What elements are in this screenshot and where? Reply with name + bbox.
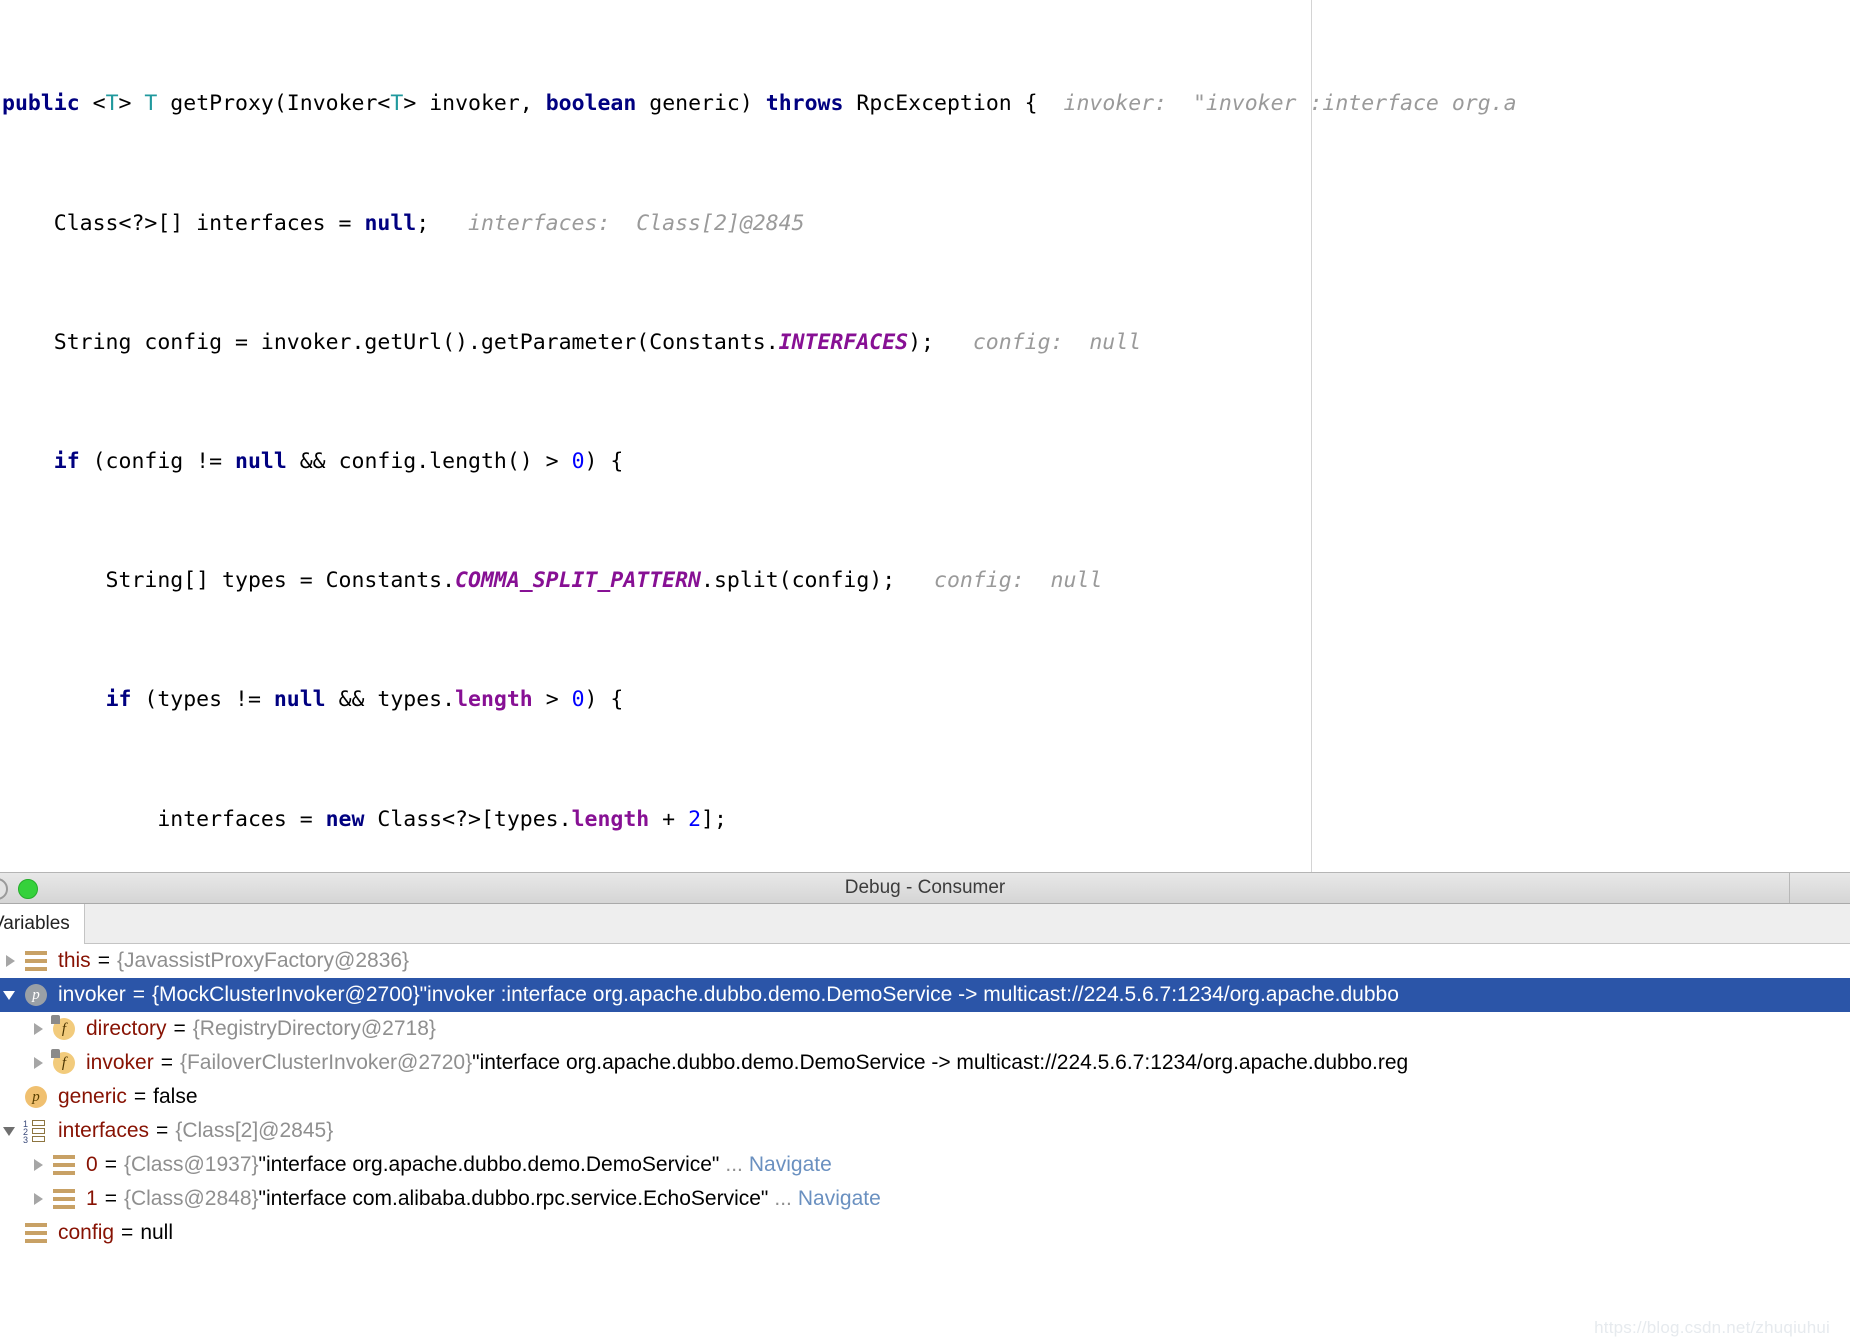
variable-row[interactable]: this = {JavassistProxyFactory@2836}: [0, 944, 1850, 978]
code-line[interactable]: if (types != null && types.length > 0) {: [0, 685, 1850, 715]
variable-name: invoker: [86, 1051, 154, 1074]
debug-toolbar[interactable]: Debug - Consumer: [0, 872, 1850, 904]
variable-equals: =: [104, 1153, 117, 1176]
code-editor[interactable]: public <T> T getProxy(Invoker<T> invoker…: [0, 0, 1850, 872]
variable-name: invoker: [58, 983, 126, 1006]
twisty-placeholder: [0, 1080, 22, 1114]
chevron-down-icon[interactable]: [0, 978, 22, 1012]
debug-tabs-row[interactable]: Variables: [0, 904, 1850, 944]
variable-name: 1: [86, 1187, 98, 1210]
variable-equals: =: [132, 983, 145, 1006]
variable-name: generic: [58, 1085, 127, 1108]
variable-equals: =: [160, 1051, 173, 1074]
debug-window-title: Debug - Consumer: [844, 877, 1006, 898]
chevron-right-icon[interactable]: [28, 1182, 50, 1216]
variable-navigate-link[interactable]: Navigate: [749, 1153, 832, 1177]
variables-tree[interactable]: this = {JavassistProxyFactory@2836} p invoke…: [0, 944, 1850, 1344]
variable-type: {RegistryDirectory@2718}: [192, 1017, 436, 1040]
chevron-right-icon[interactable]: [28, 1148, 50, 1182]
local-variable-icon: [50, 1152, 80, 1178]
variable-value: null: [140, 1221, 174, 1244]
field-icon: f: [50, 1049, 80, 1076]
chevron-down-icon[interactable]: [0, 1114, 22, 1148]
variable-value: "interface org.apache.dubbo.demo.DemoSer…: [472, 1051, 1409, 1074]
variable-name: interfaces: [58, 1119, 150, 1142]
chevron-right-icon[interactable]: [28, 1012, 50, 1046]
variable-type: {Class[2]@2845}: [175, 1119, 334, 1142]
variable-ellipsis: ...: [725, 1153, 743, 1176]
variable-row[interactable]: p generic = false: [0, 1080, 1850, 1114]
code-line[interactable]: if (config != null && config.length() > …: [0, 447, 1850, 477]
variable-row[interactable]: config = null: [0, 1216, 1850, 1250]
variable-equals: =: [156, 1119, 169, 1142]
twisty-placeholder: [0, 1216, 22, 1250]
variable-ellipsis: ...: [774, 1187, 792, 1210]
variable-value: "invoker :interface org.apache.dubbo.dem…: [419, 983, 1399, 1006]
variable-name: this: [58, 949, 91, 972]
variable-value: "interface org.apache.dubbo.demo.DemoSer…: [258, 1153, 720, 1176]
variable-type: {Class@1937}: [123, 1153, 259, 1176]
inline-hint-invoker: invoker: "invoker :interface org.a: [1063, 91, 1517, 117]
tab-variables-label: Variables: [0, 913, 70, 934]
variable-name: directory: [86, 1017, 167, 1040]
variable-type: {FailoverClusterInvoker@2720}: [179, 1051, 473, 1074]
variable-equals: =: [121, 1221, 134, 1244]
array-icon: 123: [22, 1118, 52, 1145]
inline-hint-config1: config: null: [972, 329, 1142, 355]
variable-equals: =: [104, 1187, 117, 1210]
variable-row[interactable]: 0 = {Class@1937} "interface org.apache.dub…: [0, 1148, 1850, 1182]
code-line[interactable]: interfaces = new Class<?>[types.length +…: [0, 805, 1850, 835]
variable-equals: =: [173, 1017, 186, 1040]
variable-type: {JavassistProxyFactory@2836}: [116, 949, 410, 972]
variable-type: {MockClusterInvoker@2700}: [151, 983, 420, 1006]
tab-variables[interactable]: Variables: [0, 904, 85, 944]
variable-row[interactable]: 1 = {Class@2848} "interface com.alibaba.du…: [0, 1182, 1850, 1216]
inline-hint-config2: config: null: [934, 568, 1103, 594]
chevron-right-icon[interactable]: [28, 1046, 50, 1080]
variable-equals: =: [97, 949, 110, 972]
inline-hint-interfaces: interfaces: Class[2]@2845: [468, 210, 805, 236]
code-line[interactable]: public <T> T getProxy(Invoker<T> invoker…: [0, 89, 1850, 119]
variable-value: false: [153, 1085, 198, 1108]
variable-navigate-link[interactable]: Navigate: [798, 1187, 881, 1211]
variable-row[interactable]: 1 2 3 interfaces = {Class[2]@2845}: [0, 1114, 1850, 1148]
variable-name: 0: [86, 1153, 98, 1176]
parameter-icon: p: [22, 982, 52, 1008]
variable-value: "interface com.alibaba.dubbo.rpc.service…: [258, 1187, 769, 1210]
code-line[interactable]: Class<?>[] interfaces = null; interfaces…: [0, 209, 1850, 239]
code-line[interactable]: String config = invoker.getUrl().getPara…: [0, 328, 1850, 358]
chevron-right-icon[interactable]: [0, 944, 22, 978]
variable-equals: =: [133, 1085, 147, 1108]
variable-type: {Class@2848}: [123, 1187, 259, 1210]
local-variable-icon: [22, 1220, 52, 1246]
variable-row[interactable]: f directory = {RegistryDirectory@2718}: [0, 1012, 1850, 1046]
right-margin-guide: [1311, 0, 1312, 872]
toolbar-divider: [1789, 873, 1790, 903]
local-variable-icon: [22, 948, 52, 974]
variable-name: config: [58, 1221, 115, 1244]
watermark-text: https://blog.csdn.net/zhuqiuhui: [1594, 1318, 1830, 1337]
local-variable-icon: [50, 1186, 80, 1212]
variable-row[interactable]: p invoker = {MockClusterInvoker@2700} "invo…: [0, 978, 1850, 1012]
code-content[interactable]: public <T> T getProxy(Invoker<T> invoker…: [0, 0, 1850, 872]
debug-tool-window[interactable]: Debug - Consumer Variables this = {Javassi…: [0, 872, 1850, 1344]
code-line[interactable]: String[] types = Constants.COMMA_SPLIT_P…: [0, 566, 1850, 596]
field-icon: f: [50, 1015, 80, 1042]
parameter-icon-orange: p: [22, 1084, 52, 1110]
variable-row[interactable]: f invoker = {FailoverClusterInvoker@2720} "…: [0, 1046, 1850, 1080]
